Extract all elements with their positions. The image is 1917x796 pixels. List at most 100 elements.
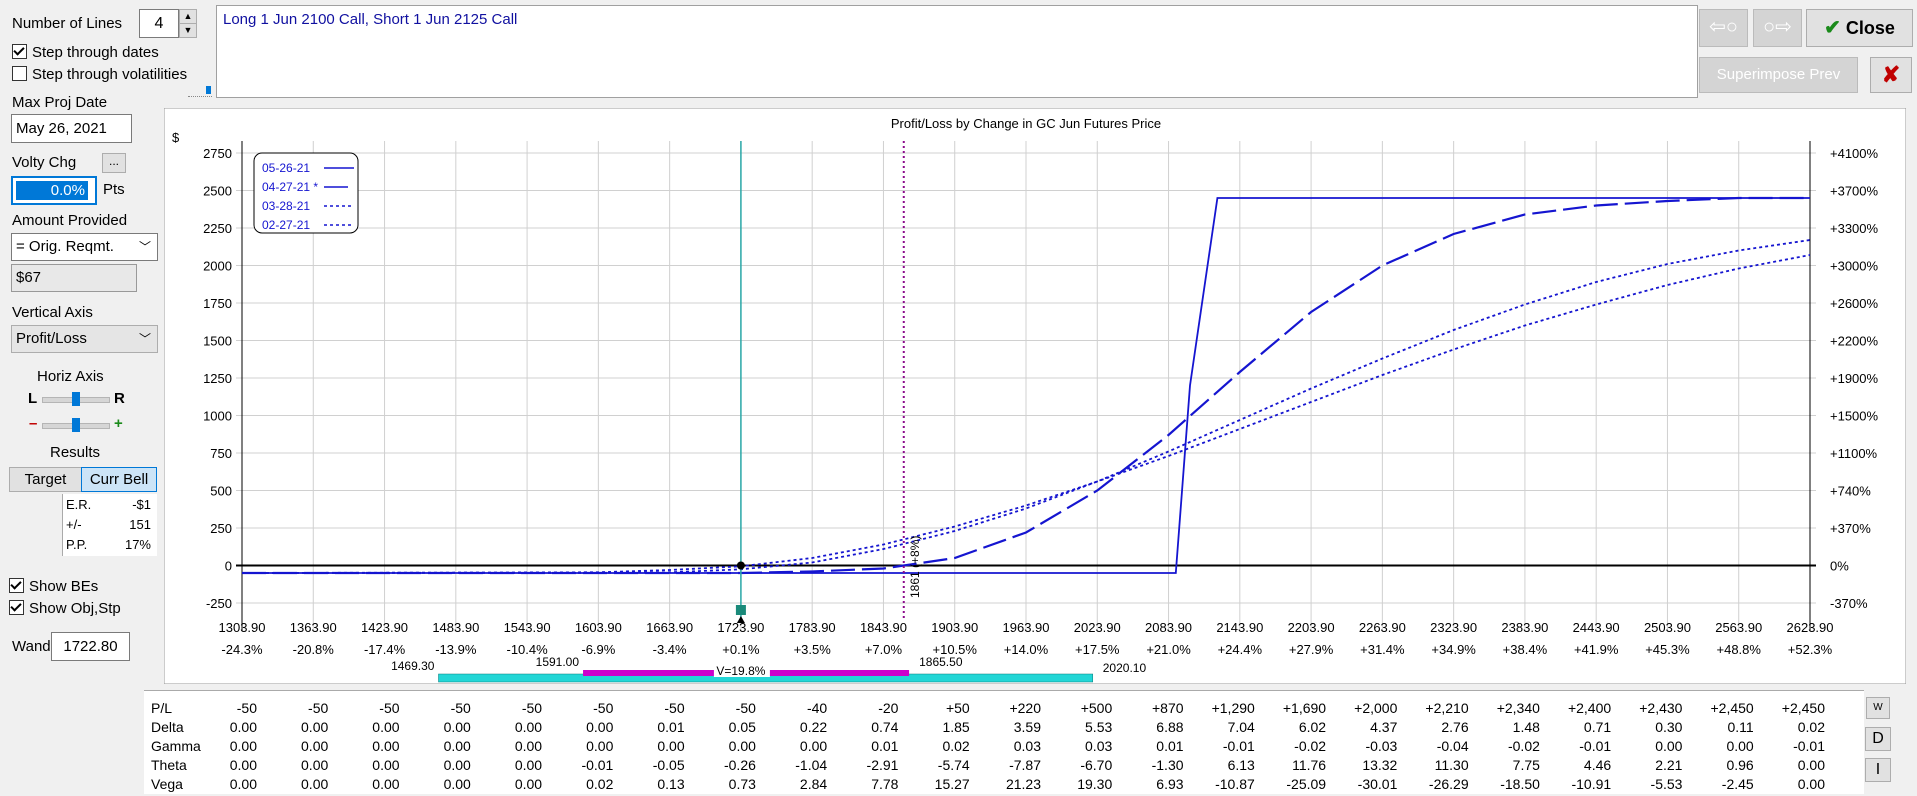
table-cell: 2.84 bbox=[799, 776, 828, 792]
x-pct-label: +3.5% bbox=[794, 642, 832, 657]
cancel-button[interactable]: ✘ bbox=[1870, 57, 1912, 93]
table-cell: -20 bbox=[878, 700, 899, 716]
row-label: Gamma bbox=[151, 738, 201, 754]
table-cell: +220 bbox=[1009, 700, 1041, 716]
wand-input[interactable]: 1722.80 bbox=[51, 632, 130, 661]
table-cell: -50 bbox=[593, 700, 614, 716]
table-cell: +2,450 bbox=[1781, 700, 1825, 716]
table-cell: -0.02 bbox=[1507, 738, 1540, 754]
num-lines-input[interactable]: 4 bbox=[139, 9, 179, 38]
row-label: Theta bbox=[151, 757, 187, 773]
table-cell: 3.59 bbox=[1013, 719, 1041, 735]
x-pct-label: -13.9% bbox=[435, 642, 477, 657]
step-dates-checkbox[interactable]: Step through dates bbox=[12, 44, 159, 61]
x-pct-label: +24.4% bbox=[1218, 642, 1263, 657]
wand-point bbox=[736, 561, 745, 570]
target-tab[interactable]: Target bbox=[9, 467, 82, 492]
amount-provided-select[interactable]: = Orig. Reqmt. ﹀ bbox=[11, 233, 158, 261]
x-tick-label: 1783.90 bbox=[789, 620, 836, 635]
num-lines-up-icon[interactable]: ▲ bbox=[179, 9, 197, 24]
table-cell: 0.00 bbox=[1797, 757, 1825, 773]
table-cell: 21.23 bbox=[1005, 776, 1041, 792]
table-cell: -0.01 bbox=[1579, 738, 1612, 754]
horiz-lr-thumb-icon[interactable] bbox=[72, 392, 80, 406]
y2-tick-label: +2200% bbox=[1830, 334, 1879, 349]
x-tick-label: 1423.90 bbox=[361, 620, 408, 635]
minus-label: – bbox=[29, 415, 38, 432]
table-cell: -0.01 bbox=[581, 757, 614, 773]
max-proj-date-input[interactable]: May 26, 2021 bbox=[11, 114, 132, 143]
horiz-axis-label: Horiz Axis bbox=[37, 368, 104, 385]
table-cell: 11.30 bbox=[1434, 757, 1469, 773]
volty-input[interactable]: 0.0% bbox=[11, 176, 97, 205]
num-lines-down-icon[interactable]: ▼ bbox=[179, 23, 197, 38]
step-vols-checkbox[interactable]: Step through volatilities bbox=[12, 66, 187, 83]
table-cell: 0.00 bbox=[229, 719, 257, 735]
table-cell: 0.03 bbox=[1085, 738, 1113, 754]
next-arrow-button[interactable]: ○⇨ bbox=[1753, 9, 1802, 47]
table-cell: 0.03 bbox=[1013, 738, 1041, 754]
curr-bell-tab[interactable]: Curr Bell bbox=[81, 467, 157, 492]
table-cell: -25.09 bbox=[1286, 776, 1327, 792]
results-label: Results bbox=[50, 444, 101, 461]
table-cell: 0.00 bbox=[372, 776, 400, 792]
er-value: -$1 bbox=[132, 497, 151, 512]
x-pct-label: +38.4% bbox=[1503, 642, 1548, 657]
x-tick-label: 2383.90 bbox=[1501, 620, 1548, 635]
vol-step-slider[interactable] bbox=[188, 86, 212, 97]
bell-outer-low: 1469.30 bbox=[391, 659, 435, 673]
table-cell: 0.00 bbox=[514, 719, 543, 735]
description-box[interactable]: Long 1 Jun 2100 Call, Short 1 Jun 2125 C… bbox=[216, 5, 1698, 98]
x-tick-label: 1603.90 bbox=[575, 620, 622, 635]
check-icon bbox=[9, 600, 24, 615]
table-cell: 1.85 bbox=[942, 719, 970, 735]
table-cell: 0.00 bbox=[514, 776, 543, 792]
chevron-down-icon: ﹀ bbox=[138, 332, 151, 346]
table-row: Vega 0.00 0.00 0.00 0.00 0.00 0.02 0.13 0.73 2.84… bbox=[144, 776, 1864, 796]
horiz-zoom-thumb-icon[interactable] bbox=[72, 418, 80, 432]
table-cell: 0.00 bbox=[1797, 776, 1825, 792]
x-tick-label: 2443.90 bbox=[1573, 620, 1620, 635]
volty-more-button[interactable]: ... bbox=[102, 153, 126, 173]
x-tick-label: 1843.90 bbox=[860, 620, 907, 635]
show-bes-checkbox[interactable]: Show BEs bbox=[9, 578, 98, 595]
table-cell: 19.30 bbox=[1077, 776, 1113, 792]
table-cell: +1,290 bbox=[1211, 700, 1255, 716]
row-label: P/L bbox=[151, 700, 173, 716]
table-cell: -50 bbox=[664, 700, 685, 716]
prev-arrow-button[interactable]: ⇦○ bbox=[1699, 9, 1748, 47]
table-cell: 0.00 bbox=[586, 719, 614, 735]
i-button[interactable]: I bbox=[1865, 758, 1891, 782]
table-cell: -18.50 bbox=[1500, 776, 1540, 792]
table-cell: -10.91 bbox=[1571, 776, 1612, 792]
table-cell: 7.04 bbox=[1227, 719, 1255, 735]
table-cell: -0.04 bbox=[1436, 738, 1469, 754]
table-cell: 0.01 bbox=[657, 719, 685, 735]
y-tick-label: 750 bbox=[210, 446, 232, 461]
pl-chart[interactable]: Profit/Loss by Change in GC Jun Futures … bbox=[164, 108, 1906, 684]
table-cell: 2.76 bbox=[1441, 719, 1469, 735]
y-tick-label: 1000 bbox=[203, 409, 232, 424]
superimpose-button[interactable]: Superimpose Prev bbox=[1699, 57, 1858, 93]
vertical-axis-select[interactable]: Profit/Loss ﹀ bbox=[11, 325, 158, 353]
table-cell: +2,340 bbox=[1496, 700, 1540, 716]
x-tick-label: 2083.90 bbox=[1145, 620, 1192, 635]
r-label: R bbox=[114, 390, 125, 407]
table-cell: +2,210 bbox=[1425, 700, 1469, 716]
x-tick-label: 2323.90 bbox=[1430, 620, 1477, 635]
close-button[interactable]: ✔ Close bbox=[1806, 9, 1913, 47]
table-cell: 0.00 bbox=[443, 738, 471, 754]
table-cell: 2.21 bbox=[1655, 757, 1683, 773]
table-cell: -5.74 bbox=[937, 757, 970, 773]
table-cell: 5.53 bbox=[1085, 719, 1113, 735]
x-tick-label: 1543.90 bbox=[504, 620, 551, 635]
bell-outer-high: 2020.10 bbox=[1103, 661, 1147, 675]
x-pct-label: +17.5% bbox=[1075, 642, 1120, 657]
table-cell: -50 bbox=[308, 700, 329, 716]
w-button[interactable]: W bbox=[1866, 697, 1890, 719]
y-tick-label: 0 bbox=[225, 559, 232, 574]
x-pct-label: -20.8% bbox=[293, 642, 335, 657]
volty-chg-label: Volty Chg bbox=[12, 154, 77, 171]
d-button[interactable]: D bbox=[1865, 727, 1891, 751]
show-obj-checkbox[interactable]: Show Obj,Stp bbox=[9, 600, 121, 617]
